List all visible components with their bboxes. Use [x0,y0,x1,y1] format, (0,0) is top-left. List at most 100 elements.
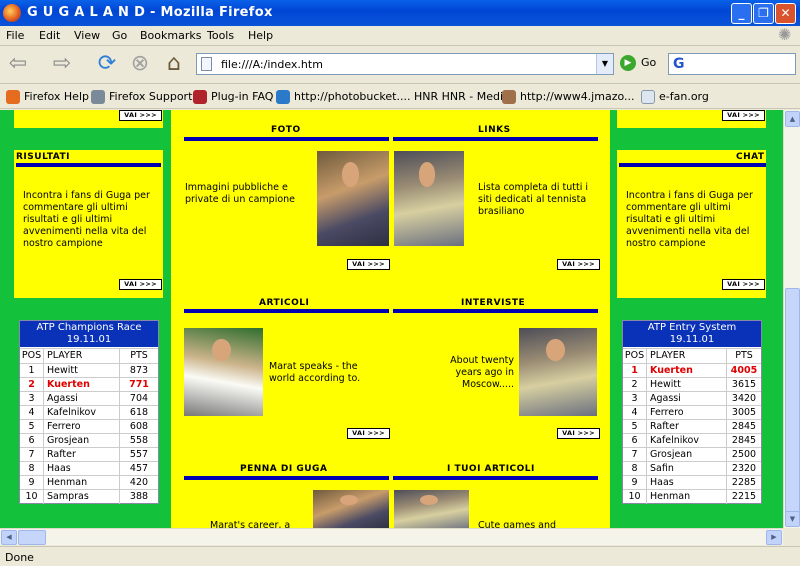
window-titlebar: G U G A L A N D - Mozilla Firefox _ ❐ ✕ [0,0,800,26]
menu-view[interactable]: View [74,29,100,42]
foto-photo[interactable] [317,151,389,246]
bookmark-plugin-faq[interactable]: Plug-in FAQ [193,90,273,104]
scroll-thumb[interactable] [18,530,46,545]
table-date: 19.11.01 [66,334,112,345]
plugin-icon [193,90,207,104]
divider [619,163,766,167]
search-box[interactable]: G [668,53,796,75]
stop-button[interactable]: ⊗ [126,50,154,78]
horizontal-scrollbar[interactable]: ◀ ▶ [0,528,783,545]
links-photo[interactable] [394,151,464,246]
vai-button[interactable]: VAI >>> [119,279,162,290]
foto-text: Immagini pubbliche e private di un campi… [185,182,296,205]
menu-go[interactable]: Go [112,29,127,42]
status-bar: Done [0,546,800,566]
vai-button[interactable]: VAI >>> [722,110,765,121]
status-text: Done [5,551,34,564]
bookmarks-toolbar: Firefox Help Firefox Support Plug-in FAQ… [0,85,800,109]
table-row-highlight: 1 Kuerten 4005 [623,363,761,378]
menu-help[interactable]: Help [248,29,273,42]
atp-entry-system-table: ATP Entry System 19.11.01 POS PLAYER PTS 1K… [622,320,762,504]
go-arrow-icon: ▶ [620,55,636,71]
bookmark-firefox-help[interactable]: Firefox Help [6,90,89,104]
page-content: VAI >>> RISULTATI Incontra i fans di Gug… [0,110,783,528]
scroll-left-icon[interactable]: ◀ [1,530,17,545]
foto-title: FOTO [271,125,301,135]
table-row: 9 Haas 2285 [623,475,761,490]
vai-button[interactable]: VAI >>> [557,428,600,439]
table-header-row: POS PLAYER PTS [623,348,761,363]
table-title: ATP Champions Race [36,322,142,333]
articoli-photo[interactable] [184,328,263,416]
menu-edit[interactable]: Edit [39,29,60,42]
firefox-logo-icon [3,4,21,22]
vai-button[interactable]: VAI >>> [119,110,162,121]
home-button[interactable]: ⌂ [160,50,188,78]
chat-text: Incontra i fans di Guga per commentare g… [626,190,753,249]
penna-photo[interactable] [313,490,389,528]
go-label: Go [641,56,657,69]
url-text: file:///A:/index.htm [221,58,323,71]
interviste-title: INTERVISTE [461,298,526,308]
table-row: 8 Safin 2320 [623,461,761,476]
bookmark-photobucket[interactable]: http://photobucket.... [276,90,410,104]
table-title: ATP Entry System [647,322,737,333]
table-header: ATP Entry System 19.11.01 [623,321,761,347]
table-row: 4 Kafelnikov 618 [20,405,158,420]
tuoi-articoli-photo[interactable] [394,490,469,528]
url-bar[interactable]: file:///A:/index.htm ▼ [196,53,614,75]
atp-champions-race-table: ATP Champions Race 19.11.01 POS PLAYER PTS … [19,320,159,504]
vai-button[interactable]: VAI >>> [347,428,390,439]
links-title: LINKS [478,125,511,135]
table-row: 1 Hewitt 873 [20,363,158,378]
divider [184,309,389,313]
penna-text: Marat's career, a [210,520,291,528]
table-row: 7 Rafter 557 [20,447,158,462]
interviste-text: About twenty years ago in Moscow..... [450,355,514,390]
vertical-scrollbar[interactable]: ▲ ▼ [783,110,800,528]
links-text: Lista completa di tutti i siti dedicati … [478,182,589,217]
page-icon [641,90,655,104]
reload-button[interactable]: ⟳ [93,50,121,78]
close-button[interactable]: ✕ [775,3,796,24]
menu-tools[interactable]: Tools [207,29,234,42]
bookmark-jmazo[interactable]: http://www4.jmazo... [502,90,635,104]
menu-file[interactable]: File [6,29,24,42]
bookmark-hnr-media[interactable]: HNR HNR - Media [414,90,510,103]
vai-button[interactable]: VAI >>> [347,259,390,270]
photobucket-icon [276,90,290,104]
table-row: 5 Ferrero 608 [20,419,158,434]
interviste-photo[interactable] [519,328,597,416]
page-icon [201,57,212,71]
table-row: 3 Agassi 3420 [623,391,761,406]
menu-bookmarks[interactable]: Bookmarks [140,29,201,42]
go-button[interactable]: ▶ Go [620,55,656,71]
bookmark-efan[interactable]: e-fan.org [641,90,709,104]
divider [16,163,161,167]
scroll-right-icon[interactable]: ▶ [766,530,782,545]
forward-button[interactable]: ⇨ [48,50,76,78]
firefox-help-icon [6,90,20,104]
vai-button[interactable]: VAI >>> [557,259,600,270]
google-search-icon: G [673,56,685,72]
minimize-button[interactable]: _ [731,3,752,24]
jmazo-icon [502,90,516,104]
table-row: 10 Henman 2215 [623,489,761,504]
risultati-title: RISULTATI [16,152,71,162]
scroll-down-icon[interactable]: ▼ [785,511,800,527]
url-dropdown-icon[interactable]: ▼ [596,54,613,74]
table-row: 3 Agassi 704 [20,391,158,406]
scroll-up-icon[interactable]: ▲ [785,111,800,127]
scroll-thumb[interactable] [785,288,800,521]
table-row: 2 Hewitt 3615 [623,377,761,392]
vai-button[interactable]: VAI >>> [722,279,765,290]
table-row-highlight: 2 Kuerten 771 [20,377,158,392]
table-date: 19.11.01 [669,334,715,345]
table-header-row: POS PLAYER PTS [20,348,158,363]
back-button[interactable]: ⇦ [4,50,32,78]
table-row: 6 Kafelnikov 2845 [623,433,761,448]
restore-button[interactable]: ❐ [753,3,774,24]
center-panel [171,110,610,528]
articoli-title: ARTICOLI [259,298,310,308]
bookmark-firefox-support[interactable]: Firefox Support [91,90,192,104]
